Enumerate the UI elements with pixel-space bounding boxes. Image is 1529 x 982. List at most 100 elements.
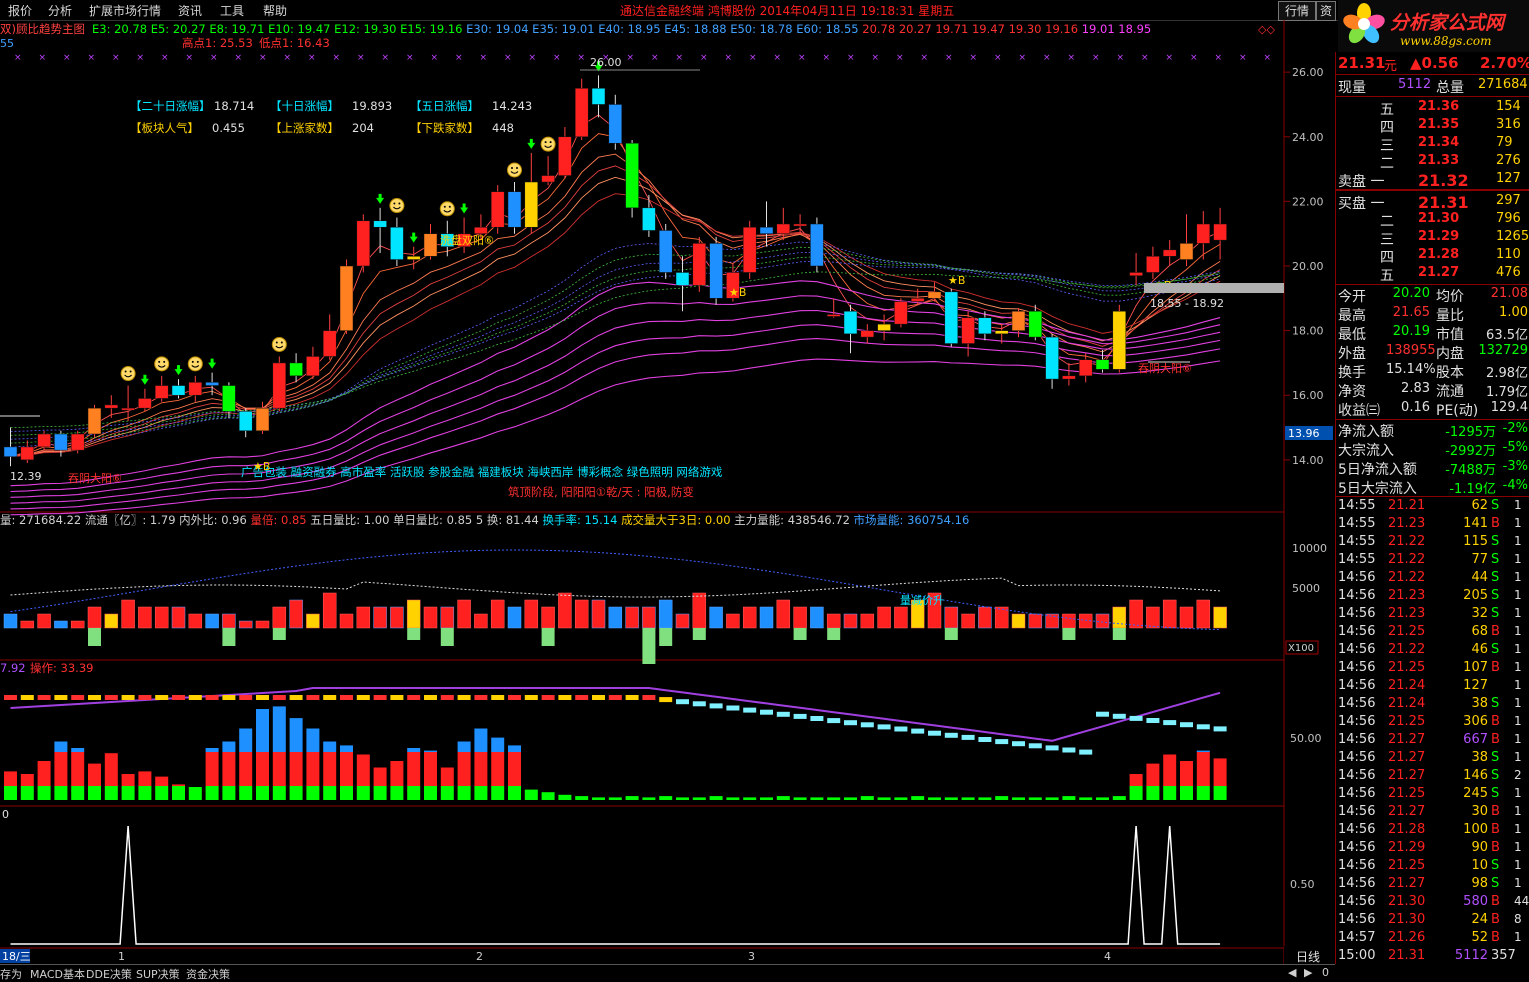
menu-analysis[interactable]: 分析 <box>48 2 72 19</box>
tick-time: 14:56 <box>1338 840 1376 855</box>
menu-help[interactable]: 帮助 <box>263 2 287 19</box>
zero-icon[interactable]: 0 <box>1322 966 1329 979</box>
flow-key: 5日净流入额 <box>1338 462 1417 478</box>
volume-header: 量: 271684.22 流通〖亿〗: 1.79 内外比: 0.96 量倍: 0… <box>0 513 969 527</box>
volume-bar <box>272 606 287 629</box>
menu-extended-market[interactable]: 扩展市场行情 <box>89 2 161 19</box>
tab-sup[interactable]: SUP决策 <box>136 966 180 982</box>
market-button[interactable]: 行情 <box>1278 1 1316 21</box>
tick-count: 1 <box>1514 858 1522 872</box>
price-tick-label: 26.00 <box>1292 66 1324 79</box>
tick-direction: S <box>1491 534 1500 549</box>
op-step-marker <box>373 695 387 700</box>
period-nav[interactable]: ◀ ▶ 0 <box>1284 964 1335 982</box>
op-step-marker <box>71 695 85 700</box>
candle-body <box>642 207 656 231</box>
op-bar-green <box>424 786 437 800</box>
x-marker: × <box>455 53 463 63</box>
volume-header-item: 内外比: 0.96 <box>179 513 250 527</box>
tick-volume: 115 <box>1463 534 1488 549</box>
candle-body <box>1162 249 1177 257</box>
candle-body <box>961 317 975 344</box>
tick-direction: S <box>1491 498 1500 513</box>
tab-macd[interactable]: MACD基本 <box>30 966 85 982</box>
period-box: 日线 ◀ ▶ 0 <box>1284 946 1335 981</box>
volume-now-value: 5112 <box>1398 77 1432 92</box>
candle-body <box>658 230 673 273</box>
tick-count: 1 <box>1514 606 1522 620</box>
bid-price: 21.28 <box>1418 247 1460 262</box>
tick-time: 14:56 <box>1338 660 1376 675</box>
wash-label: 洗盘双阳⑥ <box>440 233 494 247</box>
x-marker: × <box>431 53 439 63</box>
chart-area[interactable]: 双)顾比趋势主图 E3: 20.78 E5: 20.27 E8: 19.71 E… <box>0 20 1335 964</box>
tick-volume: 245 <box>1463 786 1488 801</box>
indicator-item: E45: 18.88 <box>664 22 730 36</box>
prev-arrow-icon[interactable]: ◀ <box>1288 966 1296 979</box>
volume-bar <box>810 606 824 629</box>
menu-tools[interactable]: 工具 <box>220 2 244 19</box>
volume-tick-label: 10000 <box>1292 542 1327 555</box>
candle-body <box>776 223 791 234</box>
x-marker: × <box>725 53 733 63</box>
info-button[interactable]: 资 <box>1316 1 1336 21</box>
ask-level-label: 三 <box>1380 138 1394 154</box>
x-marker: × <box>945 53 953 63</box>
candle-body <box>507 191 522 228</box>
tick-direction: B <box>1491 930 1500 945</box>
op-bar-blue <box>1196 750 1210 752</box>
volume-bar <box>944 606 959 629</box>
x-marker: × <box>700 53 708 63</box>
smiley-icon <box>120 366 136 382</box>
tick-volume: 127 <box>1463 678 1488 693</box>
candle-body <box>188 382 203 396</box>
op-bar-green <box>205 786 219 800</box>
tab-save-as[interactable]: 存为 <box>0 966 22 982</box>
candle-body <box>1078 359 1093 377</box>
volume-bar <box>692 592 707 629</box>
candle-body <box>104 404 119 409</box>
op-bar-green <box>575 796 589 800</box>
flow-value: -1295万 <box>1445 425 1496 440</box>
op-bar-green <box>1196 786 1210 800</box>
op-step-marker <box>289 695 303 700</box>
op-bar-red <box>256 752 269 786</box>
tick-time: 14:57 <box>1338 930 1376 945</box>
op-step-marker <box>390 695 404 700</box>
stats-key: 【十日涨幅】 <box>270 99 339 113</box>
tab-dde[interactable]: DDE决策 <box>86 966 132 982</box>
ask-level-label: 五 <box>1380 102 1394 118</box>
op-bar-blue <box>424 750 437 752</box>
op-step-marker <box>104 695 118 700</box>
ask-price: 21.32 <box>1418 171 1469 190</box>
tick-price: 21.25 <box>1388 624 1426 639</box>
period-label[interactable]: 日线 <box>1296 948 1320 965</box>
stat-value: 129.4 <box>1490 400 1528 415</box>
tab-fund[interactable]: 资金决策 <box>186 966 230 982</box>
x-marker: × <box>676 53 684 63</box>
volume-bar <box>255 620 270 629</box>
op-bar-red <box>424 752 437 786</box>
volume-bar <box>1112 606 1127 629</box>
tick-direction: B <box>1491 732 1500 747</box>
stat-key: 市值 <box>1436 327 1464 343</box>
volume-bar <box>558 592 572 629</box>
volume-bar <box>1196 599 1211 629</box>
op-bar-red <box>508 752 521 786</box>
menu-info[interactable]: 资讯 <box>178 2 202 19</box>
op-step-marker <box>4 695 17 700</box>
op-step-marker <box>491 695 505 700</box>
next-arrow-icon[interactable]: ▶ <box>1304 966 1312 979</box>
tick-volume: 107 <box>1463 660 1488 675</box>
date-month-1: 1 <box>118 950 125 963</box>
tick-volume: 5112 <box>1454 948 1488 963</box>
ask-volume: 79 <box>1496 135 1513 150</box>
tick-time: 14:56 <box>1338 678 1376 693</box>
op-step-marker <box>642 695 656 700</box>
menu-quote[interactable]: 报价 <box>8 2 32 19</box>
divider <box>1336 189 1529 191</box>
op-bar-green <box>1028 797 1042 800</box>
scroll-arrows-icon[interactable]: ◇◇ <box>1258 23 1275 36</box>
op-bar-red <box>222 752 236 786</box>
op-bar-green <box>121 786 135 800</box>
